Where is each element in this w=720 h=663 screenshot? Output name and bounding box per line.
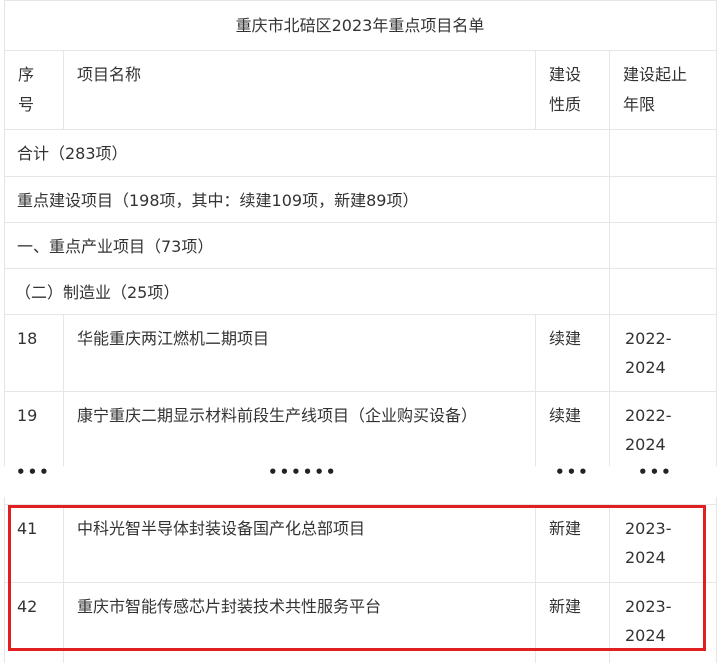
column-divider <box>609 50 610 129</box>
row-period: 2022- 2024 <box>625 401 672 459</box>
ellipsis-type: ••• <box>555 463 590 481</box>
section-industry: 一、重点产业项目（73项） <box>17 237 214 256</box>
header-type: 建设 性质 <box>549 60 581 120</box>
ellipsis-name: •••••• <box>268 463 338 481</box>
header-period-line2: 年限 <box>623 95 656 114</box>
row-divider <box>4 314 717 315</box>
highlight-box <box>8 505 706 651</box>
row-divider <box>4 176 717 177</box>
row-divider <box>4 222 717 223</box>
row-project-name: 康宁重庆二期显示材料前段生产线项目（企业购买设备） <box>77 406 478 425</box>
row-construction-type: 续建 <box>549 406 582 425</box>
section-key-construction: 重点建设项目（198项，其中：续建109项，新建89项） <box>17 191 419 210</box>
row-divider <box>4 129 717 130</box>
header-name: 项目名称 <box>77 65 142 84</box>
column-divider <box>535 50 536 129</box>
row-period: 2022- 2024 <box>625 324 672 382</box>
header-period: 建设起止 年限 <box>623 60 687 120</box>
row-index: 19 <box>17 406 38 425</box>
document-page: 重庆市北碚区2023年重点项目名单 序 号 项目名称 建设 性质 建设起止 年限… <box>0 0 720 663</box>
header-index-line1: 序 <box>18 65 35 84</box>
header-index-line2: 号 <box>18 95 35 114</box>
row-period-start: 2022- <box>625 406 672 425</box>
header-type-line1: 建设 <box>549 65 582 84</box>
row-period-end: 2024 <box>625 358 666 377</box>
row-period-start: 2022- <box>625 329 672 348</box>
row-divider <box>4 268 717 269</box>
ellipsis-index: ••• <box>16 463 51 481</box>
column-divider <box>535 314 536 466</box>
row-divider <box>4 50 717 51</box>
table-border-right <box>716 0 717 466</box>
ellipsis-period: ••• <box>638 463 673 481</box>
section-total: 合计（283项） <box>17 144 128 163</box>
column-divider <box>63 314 64 466</box>
row-construction-type: 续建 <box>549 329 582 348</box>
table-border-right <box>716 497 717 663</box>
header-period-line1: 建设起止 <box>623 65 688 84</box>
section-manufacturing: （二）制造业（25项） <box>15 283 180 302</box>
row-period-end: 2024 <box>625 435 666 454</box>
header-index: 序 号 <box>18 60 34 120</box>
table-title: 重庆市北碚区2023年重点项目名单 <box>235 16 485 35</box>
table-border-left <box>4 0 5 466</box>
header-type-line2: 性质 <box>549 95 582 114</box>
table-border-left <box>4 497 5 663</box>
column-divider <box>63 50 64 129</box>
column-divider <box>609 314 610 466</box>
row-divider <box>4 391 717 392</box>
table-border-top <box>4 0 717 1</box>
row-index: 18 <box>17 329 38 348</box>
row-project-name: 华能重庆两江燃机二期项目 <box>77 329 270 348</box>
